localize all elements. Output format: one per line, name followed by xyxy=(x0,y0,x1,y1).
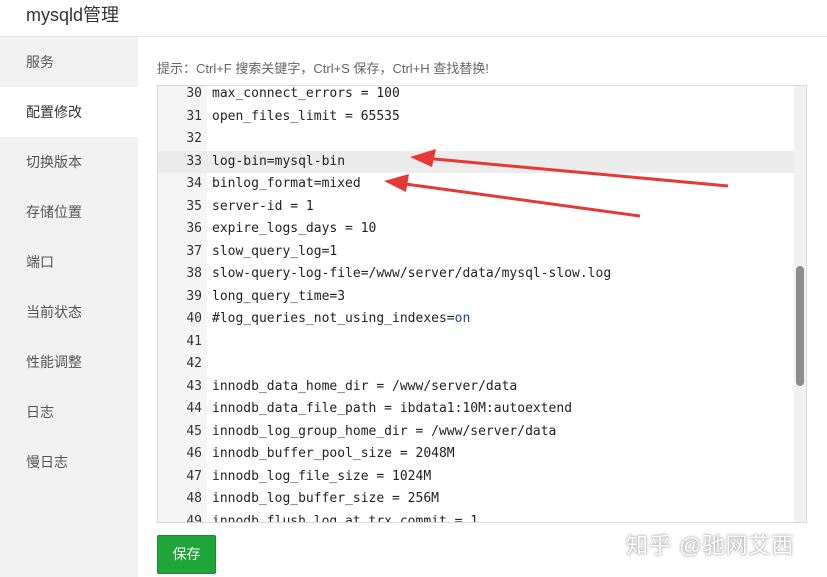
config-editor[interactable]: 30 max_connect_errors = 100 31 open_files_l… xyxy=(157,85,807,523)
line-code: #log_queries_not_using_indexes=on xyxy=(212,308,470,331)
line-code: innodb_buffer_pool_size = 2048M xyxy=(212,443,455,466)
line-code: log-bin=mysql-bin xyxy=(212,151,345,174)
editor-line[interactable]: 34 binlog_format=mixed xyxy=(158,173,794,196)
shortcut-hint: 提示：Ctrl+F 搜索关键字，Ctrl+S 保存，Ctrl+H 查找替换! xyxy=(157,61,489,76)
line-number: 34 xyxy=(186,176,202,191)
line-text: expire_logs_days = 10 xyxy=(212,221,377,236)
sidebar: 服务 配置修改 切换版本 存储位置 端口 当前状态 性能调整 日志 慢日志 xyxy=(0,37,138,577)
editor-line[interactable]: 33 log-bin=mysql-bin xyxy=(158,150,794,174)
editor-line[interactable]: 42 xyxy=(158,353,794,376)
scrollbar-thumb[interactable] xyxy=(796,266,804,386)
line-code: innodb_log_file_size = 1024M xyxy=(212,466,431,489)
editor-line[interactable]: 31 open_files_limit = 65535 xyxy=(158,106,794,129)
editor-line[interactable]: 45 innodb_log_group_home_dir = /www/serve… xyxy=(158,421,794,444)
line-code: innodb_log_group_home_dir = /www/server/… xyxy=(212,421,556,444)
save-button[interactable]: 保存 xyxy=(157,535,216,574)
sidebar-item-status[interactable]: 当前状态 xyxy=(0,287,138,337)
line-number: 49 xyxy=(186,513,202,523)
editor-line[interactable]: 32 xyxy=(158,128,794,151)
line-number: 35 xyxy=(186,198,202,214)
line-number: 38 xyxy=(186,266,202,281)
line-text: binlog_format=mixed xyxy=(212,176,361,191)
sidebar-item-switch-version[interactable]: 切换版本 xyxy=(0,137,138,187)
watermark: 知乎 @驰网艾西 xyxy=(626,533,795,558)
line-number: 43 xyxy=(186,378,202,394)
line-number: 48 xyxy=(186,491,202,506)
editor-line[interactable]: 43 innodb_data_home_dir = /www/server/dat… xyxy=(158,376,794,399)
line-code: expire_logs_days = 10 xyxy=(212,218,376,241)
line-number: 37 xyxy=(186,243,202,259)
line-number: 30 xyxy=(186,86,202,101)
window-title: mysqld管理 xyxy=(26,5,120,25)
line-text: slow_query_log=1 xyxy=(212,243,338,259)
editor-line[interactable]: 39 long_query_time=3 xyxy=(158,286,794,309)
editor-line[interactable]: 41 xyxy=(158,331,794,354)
line-text: innodb_buffer_pool_size = 2048M xyxy=(212,446,455,461)
line-text: open_files_limit = 65535 xyxy=(212,108,400,124)
line-code: slow_query_log=1 xyxy=(212,241,337,264)
line-code: innodb_data_home_dir = /www/server/data xyxy=(212,376,517,399)
line-number: 33 xyxy=(186,153,202,169)
editor-line[interactable]: 40 #log_queries_not_using_indexes=on xyxy=(158,308,794,331)
sidebar-item-service[interactable]: 服务 xyxy=(0,37,138,87)
line-number: 42 xyxy=(186,356,202,371)
editor-line[interactable]: 48 innodb_log_buffer_size = 256M xyxy=(158,488,794,511)
title-bar: mysqld管理 xyxy=(0,0,827,37)
sidebar-item-config[interactable]: 配置修改 xyxy=(0,87,138,137)
line-code: max_connect_errors = 100 xyxy=(212,86,400,106)
line-number: 47 xyxy=(186,468,202,484)
line-code: innodb_log_buffer_size = 256M xyxy=(212,488,439,511)
editor-lines[interactable]: 30 max_connect_errors = 100 31 open_files_l… xyxy=(158,86,794,522)
editor-line[interactable]: 30 max_connect_errors = 100 xyxy=(158,86,794,106)
line-text: long_query_time=3 xyxy=(212,288,346,304)
sidebar-item-log[interactable]: 日志 xyxy=(0,387,138,437)
line-code: long_query_time=3 xyxy=(212,286,345,309)
editor-line[interactable]: 47 innodb_log_file_size = 1024M xyxy=(158,466,794,489)
line-text: innodb_flush_log_at_trx_commit = 1 xyxy=(212,513,479,523)
line-number: 36 xyxy=(186,221,202,236)
line-number: 44 xyxy=(186,401,202,416)
line-number: 41 xyxy=(186,333,202,349)
editor-line[interactable]: 46 innodb_buffer_pool_size = 2048M xyxy=(158,443,794,466)
line-number: 45 xyxy=(186,423,202,439)
editor-line[interactable]: 44 innodb_data_file_path = ibdata1:10M:au… xyxy=(158,398,794,421)
editor-line[interactable]: 37 slow_query_log=1 xyxy=(158,241,794,264)
vertical-scrollbar[interactable] xyxy=(794,86,806,522)
line-text: innodb_log_file_size = 1024M xyxy=(212,468,432,484)
line-text: innodb_data_home_dir = /www/server/data xyxy=(212,378,518,394)
mysqld-manager-window: mysqld管理 服务 配置修改 切换版本 存储位置 端口 当前状态 性能调整 … xyxy=(0,0,827,577)
editor-line[interactable]: 49 innodb_flush_log_at_trx_commit = 1 xyxy=(158,511,794,523)
keyword-value: on xyxy=(454,311,471,326)
line-text: innodb_data_file_path = ibdata1:10M:auto… xyxy=(212,401,573,416)
line-number: 46 xyxy=(186,446,202,461)
line-text: log-bin=mysql-bin xyxy=(212,153,346,169)
line-code: open_files_limit = 65535 xyxy=(212,106,400,129)
editor-line[interactable]: 38 slow-query-log-file=/www/server/data/m… xyxy=(158,263,794,286)
line-text: server-id = 1 xyxy=(212,198,314,214)
line-code: server-id = 1 xyxy=(212,196,314,219)
line-code: slow-query-log-file=/www/server/data/mys… xyxy=(212,263,611,286)
line-text: #log_queries_not_using_indexes= xyxy=(212,311,455,326)
line-text: innodb_log_group_home_dir = /www/server/… xyxy=(212,423,557,439)
line-number: 40 xyxy=(186,311,202,326)
line-text: max_connect_errors = 100 xyxy=(212,86,400,101)
line-number: 31 xyxy=(186,108,202,124)
main-panel: 提示：Ctrl+F 搜索关键字，Ctrl+S 保存，Ctrl+H 查找替换! 3… xyxy=(138,37,827,577)
sidebar-item-performance[interactable]: 性能调整 xyxy=(0,337,138,387)
line-code: innodb_data_file_path = ibdata1:10M:auto… xyxy=(212,398,572,421)
line-number: 32 xyxy=(186,131,202,146)
line-code: innodb_flush_log_at_trx_commit = 1 xyxy=(212,511,479,523)
sidebar-item-port[interactable]: 端口 xyxy=(0,237,138,287)
editor-line[interactable]: 36 expire_logs_days = 10 xyxy=(158,218,794,241)
sidebar-item-storage[interactable]: 存储位置 xyxy=(0,187,138,237)
line-code: binlog_format=mixed xyxy=(212,173,361,196)
line-text: slow-query-log-file=/www/server/data/mys… xyxy=(212,266,612,281)
sidebar-item-slow-log[interactable]: 慢日志 xyxy=(0,437,138,487)
line-number: 39 xyxy=(186,288,202,304)
line-text: innodb_log_buffer_size = 256M xyxy=(212,491,439,506)
editor-line[interactable]: 35 server-id = 1 xyxy=(158,196,794,219)
